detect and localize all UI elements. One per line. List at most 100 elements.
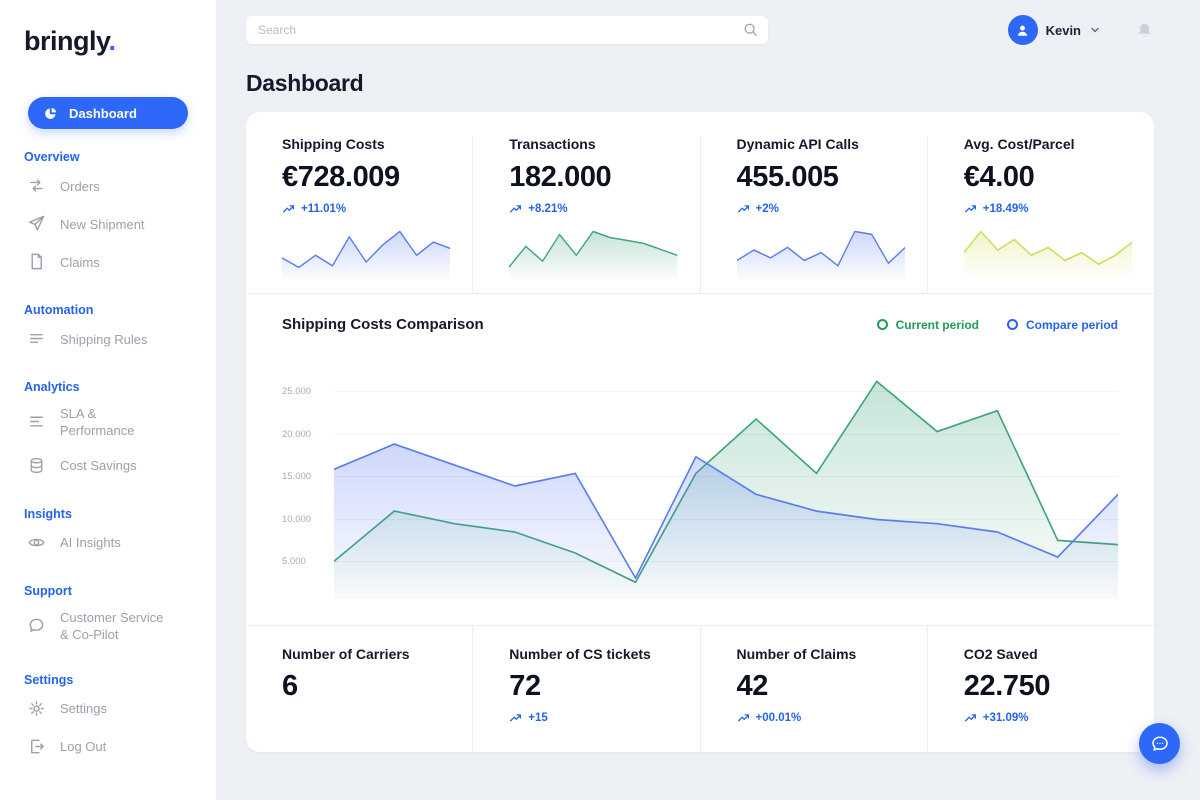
section-title-settings: Settings xyxy=(24,673,192,687)
chat-fab-button[interactable] xyxy=(1139,723,1180,764)
chart-legend: Current period Compare period xyxy=(877,318,1118,332)
kpi-label: Dynamic API Calls xyxy=(737,136,905,152)
y-axis-tick: 5.000 xyxy=(282,556,334,567)
kpi-value: 42 xyxy=(737,670,905,703)
avatar[interactable] xyxy=(1008,15,1038,45)
kpi-trend-value: +2% xyxy=(756,203,779,215)
brand-dot: . xyxy=(109,26,116,56)
kpi-trend: +18.49% xyxy=(964,202,1132,215)
nav-section-settings: Settings Settings Log Out xyxy=(0,673,216,767)
sidebar-item-label: Log Out xyxy=(60,739,106,756)
kpi-value: 6 xyxy=(282,670,450,703)
database-icon xyxy=(27,456,46,478)
nav-section-overview: Overview Orders New Shipment Claims xyxy=(0,150,216,282)
user-icon xyxy=(1014,22,1031,39)
sidebar: bringly. Dashboard Overview Orders New S… xyxy=(0,0,216,800)
rules-icon xyxy=(27,329,46,351)
comparison-chart: 25.00020.00015.00010.0005.000 xyxy=(282,369,1118,599)
nav-section-insights: Insights AI Insights xyxy=(0,507,216,563)
kpi-trend: +15 xyxy=(509,711,677,724)
kpi-trend: +8.21% xyxy=(509,202,677,215)
kpi-row-bottom: Number of Carriers 6 Number of CS ticket… xyxy=(246,626,1154,752)
legend-label: Current period xyxy=(896,318,979,332)
sidebar-item-sla-performance[interactable]: SLA & Performance xyxy=(24,398,192,448)
kpi-trend: +00.01% xyxy=(737,711,905,724)
kpi-trend-value: +11.01% xyxy=(301,203,346,215)
sidebar-item-dashboard[interactable]: Dashboard xyxy=(28,97,188,129)
kpi-trend: +11.01% xyxy=(282,202,450,215)
kpi-label: Number of Carriers xyxy=(282,646,450,662)
sidebar-item-label: AI Insights xyxy=(60,535,121,552)
kpi-label: Transactions xyxy=(509,136,677,152)
kpi-trend: +31.09% xyxy=(964,711,1132,724)
nav-section-support: Support Customer Service & Co-Pilot xyxy=(0,584,216,652)
kpi-trend: +2% xyxy=(737,202,905,215)
legend-label: Compare period xyxy=(1026,318,1118,332)
kpi-number-of-cs-tickets: Number of CS tickets 72 +15 xyxy=(472,626,699,752)
sidebar-item-claims[interactable]: Claims xyxy=(24,244,192,282)
kpi-trend-value: +31.09% xyxy=(983,712,1029,724)
sidebar-item-label: Orders xyxy=(60,179,100,196)
kpi-value: 72 xyxy=(509,670,677,703)
trend-up-icon xyxy=(282,202,295,215)
section-title-automation: Automation xyxy=(24,303,192,317)
sidebar-item-log-out[interactable]: Log Out xyxy=(24,729,192,767)
kpi-trend-value: +8.21% xyxy=(528,203,567,215)
sidebar-item-label: Cost Savings xyxy=(60,458,137,475)
kpi-value: 455.005 xyxy=(737,161,905,194)
sidebar-item-customer-service[interactable]: Customer Service & Co-Pilot xyxy=(24,602,192,652)
sidebar-item-ai-insights[interactable]: AI Insights xyxy=(24,525,192,563)
legend-dot-compare xyxy=(1007,319,1018,330)
kpi-value: 182.000 xyxy=(509,161,677,194)
sidebar-item-label: Dashboard xyxy=(69,106,137,121)
kpi-value: €4.00 xyxy=(964,161,1132,194)
kpi-shipping-costs: Shipping Costs €728.009 +11.01% xyxy=(246,136,472,293)
sparkline-transactions xyxy=(509,219,677,279)
comparison-title: Shipping Costs Comparison xyxy=(282,316,484,333)
kpi-row-top: Shipping Costs €728.009 +11.01% Transact… xyxy=(246,136,1154,293)
chevron-down-icon[interactable] xyxy=(1089,24,1101,36)
lines-icon xyxy=(27,412,46,434)
section-title-support: Support xyxy=(24,584,192,598)
comparison-section: Shipping Costs Comparison Current period… xyxy=(246,294,1154,625)
nav-section-analytics: Analytics SLA & Performance Cost Savings xyxy=(0,380,216,486)
trend-up-icon xyxy=(964,711,977,724)
y-axis-tick: 15.000 xyxy=(282,471,334,482)
trend-up-icon xyxy=(737,202,750,215)
sidebar-item-cost-savings[interactable]: Cost Savings xyxy=(24,448,192,486)
user-name[interactable]: Kevin xyxy=(1046,23,1081,38)
repeat-icon xyxy=(27,176,46,198)
comparison-chart-svg xyxy=(334,369,1118,599)
kpi-label: Avg. Cost/Parcel xyxy=(964,136,1132,152)
comparison-header: Shipping Costs Comparison Current period… xyxy=(282,316,1118,333)
chat-bubble-icon xyxy=(1149,733,1171,755)
sidebar-item-new-shipment[interactable]: New Shipment xyxy=(24,206,192,244)
kpi-transactions: Transactions 182.000 +8.21% xyxy=(472,136,699,293)
bell-icon[interactable] xyxy=(1135,21,1154,40)
kpi-trend-value: +15 xyxy=(528,712,548,724)
kpi-trend-value: +00.01% xyxy=(756,712,802,724)
legend-compare-period[interactable]: Compare period xyxy=(1007,318,1118,332)
kpi-label: Number of Claims xyxy=(737,646,905,662)
nav-section-automation: Automation Shipping Rules xyxy=(0,303,216,359)
kpi-avg-cost-parcel: Avg. Cost/Parcel €4.00 +18.49% xyxy=(927,136,1154,293)
dashboard-card: Shipping Costs €728.009 +11.01% Transact… xyxy=(246,112,1154,752)
sidebar-item-orders[interactable]: Orders xyxy=(24,168,192,206)
search-input[interactable] xyxy=(246,16,768,44)
sidebar-item-label: Customer Service & Co-Pilot xyxy=(60,610,164,644)
kpi-co2-saved: CO2 Saved 22.750 +31.09% xyxy=(927,626,1154,752)
kpi-label: Number of CS tickets xyxy=(509,646,677,662)
page-title: Dashboard xyxy=(246,70,1154,97)
sidebar-item-shipping-rules[interactable]: Shipping Rules xyxy=(24,321,192,359)
sidebar-item-settings[interactable]: Settings xyxy=(24,691,192,729)
brand-name: bringly xyxy=(24,26,109,56)
legend-current-period[interactable]: Current period xyxy=(877,318,979,332)
kpi-label: Shipping Costs xyxy=(282,136,450,152)
y-axis-tick: 10.000 xyxy=(282,514,334,525)
sidebar-nav: Overview Orders New Shipment Claims Auto… xyxy=(0,150,216,767)
kpi-number-of-carriers: Number of Carriers 6 xyxy=(246,626,472,752)
pie-chart-icon xyxy=(43,106,58,121)
y-axis-tick: 25.000 xyxy=(282,386,334,397)
search-icon[interactable] xyxy=(742,21,759,38)
eye-icon xyxy=(27,533,46,555)
